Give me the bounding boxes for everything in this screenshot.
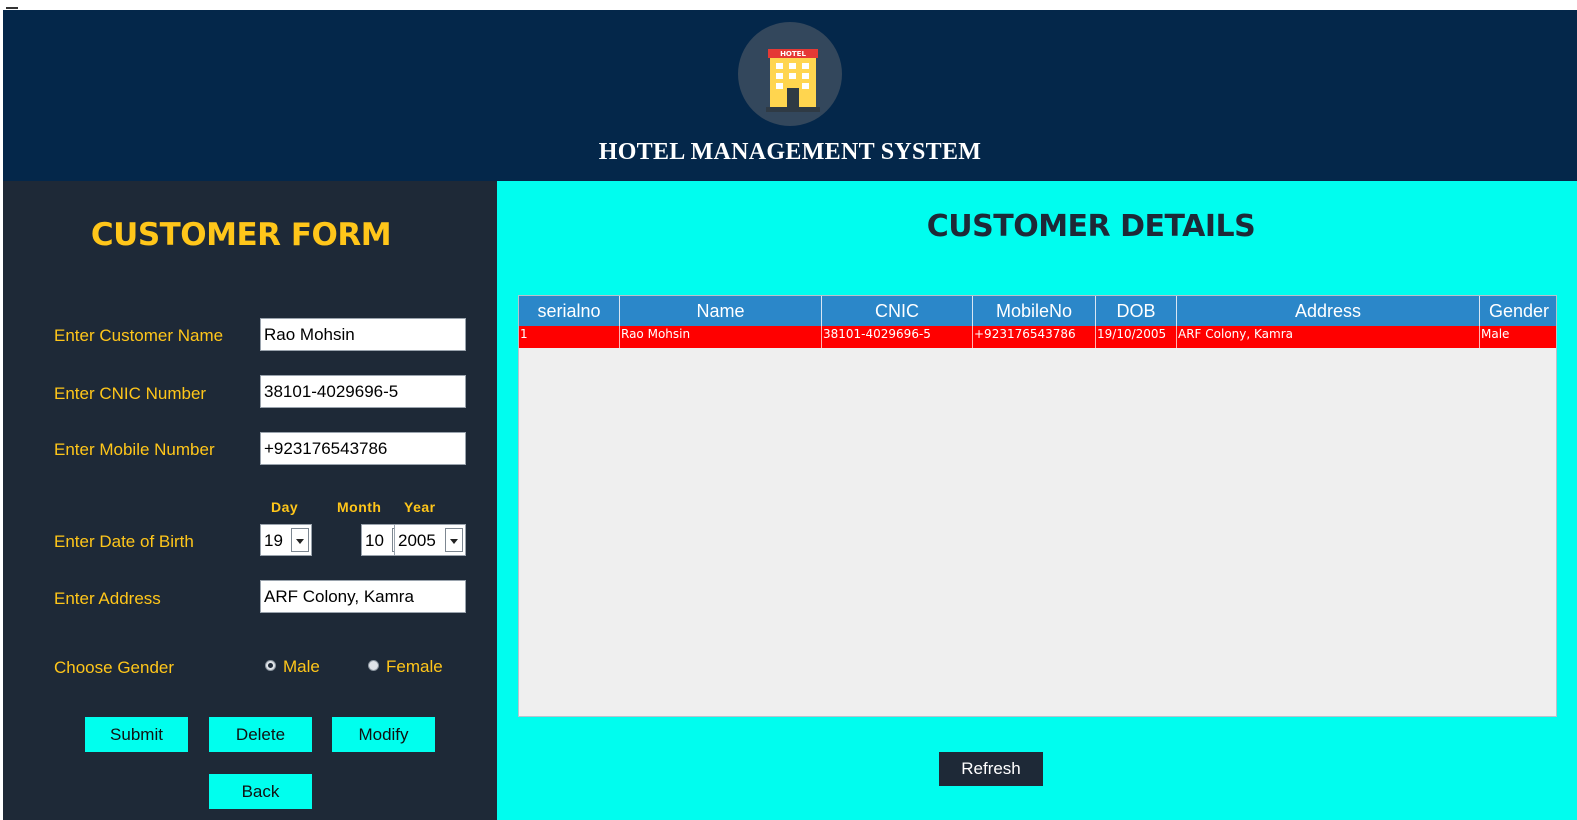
day-value: 19	[264, 531, 283, 550]
hotel-logo: HOTEL	[738, 22, 842, 126]
refresh-button[interactable]: Refresh	[939, 752, 1043, 786]
column-header[interactable]: CNIC	[822, 296, 973, 326]
details-title: CUSTOMER DETAILS	[926, 209, 1256, 244]
modify-button[interactable]: Modify	[332, 717, 435, 752]
month-label: Month	[337, 499, 382, 515]
radio-unselected-icon[interactable]	[368, 660, 379, 671]
logo-text: HOTEL	[780, 50, 806, 58]
table-cell[interactable]: Male	[1480, 326, 1556, 348]
hotel-building-icon: HOTEL	[766, 49, 820, 112]
column-header[interactable]: Address	[1177, 296, 1480, 326]
year-value: 2005	[398, 531, 436, 550]
gender-female-label: Female	[386, 657, 443, 676]
app-title: HOTEL MANAGEMENT SYSTEM	[598, 139, 982, 165]
column-header[interactable]: DOB	[1096, 296, 1177, 326]
year-label: Year	[404, 499, 436, 515]
month-value: 10	[365, 531, 384, 550]
cnic-label: Enter CNIC Number	[54, 384, 207, 403]
delete-button[interactable]: Delete	[209, 717, 312, 752]
mobile-label: Enter Mobile Number	[54, 440, 215, 459]
customer-form-panel: CUSTOMER FORM Enter Customer Name Rao Mo…	[3, 181, 497, 820]
column-header[interactable]: Name	[620, 296, 822, 326]
table-cell[interactable]: ARF Colony, Kamra	[1177, 326, 1480, 348]
table-row[interactable]: 1 Rao Mohsin 38101-4029696-5 +9231765437…	[519, 326, 1556, 348]
table-cell[interactable]: Rao Mohsin	[620, 326, 822, 348]
column-header[interactable]: Gender	[1480, 296, 1556, 326]
table-cell[interactable]: 1	[519, 326, 620, 348]
customer-table[interactable]: serialno Name CNIC MobileNo DOB Address …	[518, 295, 1557, 717]
customer-name-input[interactable]: Rao Mohsin	[260, 318, 466, 351]
table-cell[interactable]: 38101-4029696-5	[822, 326, 973, 348]
form-title: CUSTOMER FORM	[90, 217, 392, 253]
address-input[interactable]: ARF Colony, Kamra	[260, 580, 466, 613]
column-header[interactable]: MobileNo	[973, 296, 1096, 326]
day-select[interactable]: 19	[260, 524, 312, 556]
back-button[interactable]: Back	[209, 774, 312, 809]
window-top-strip	[0, 0, 1577, 10]
dob-label: Enter Date of Birth	[54, 532, 194, 551]
customer-details-panel: CUSTOMER DETAILS serialno Name CNIC Mobi…	[497, 181, 1577, 820]
window-menu-icon[interactable]	[6, 7, 18, 9]
name-label: Enter Customer Name	[54, 326, 224, 345]
table-header: serialno Name CNIC MobileNo DOB Address …	[519, 296, 1556, 326]
year-select[interactable]: 2005	[394, 524, 466, 556]
column-header[interactable]: serialno	[519, 296, 620, 326]
cnic-input[interactable]: 38101-4029696-5	[260, 375, 466, 408]
chevron-down-icon[interactable]	[291, 528, 309, 552]
radio-selected-icon[interactable]	[265, 660, 276, 671]
address-label: Enter Address	[54, 589, 161, 608]
app-header: HOTEL HOTEL MANAGEMENT SYSTEM	[3, 10, 1577, 181]
table-cell[interactable]: +923176543786	[973, 326, 1096, 348]
submit-button[interactable]: Submit	[85, 717, 188, 752]
chevron-down-icon[interactable]	[445, 528, 463, 552]
mobile-input[interactable]: +923176543786	[260, 432, 466, 465]
gender-male-label: Male	[283, 657, 320, 676]
gender-label: Choose Gender	[54, 658, 175, 677]
table-cell[interactable]: 19/10/2005	[1096, 326, 1177, 348]
day-label: Day	[271, 499, 299, 515]
